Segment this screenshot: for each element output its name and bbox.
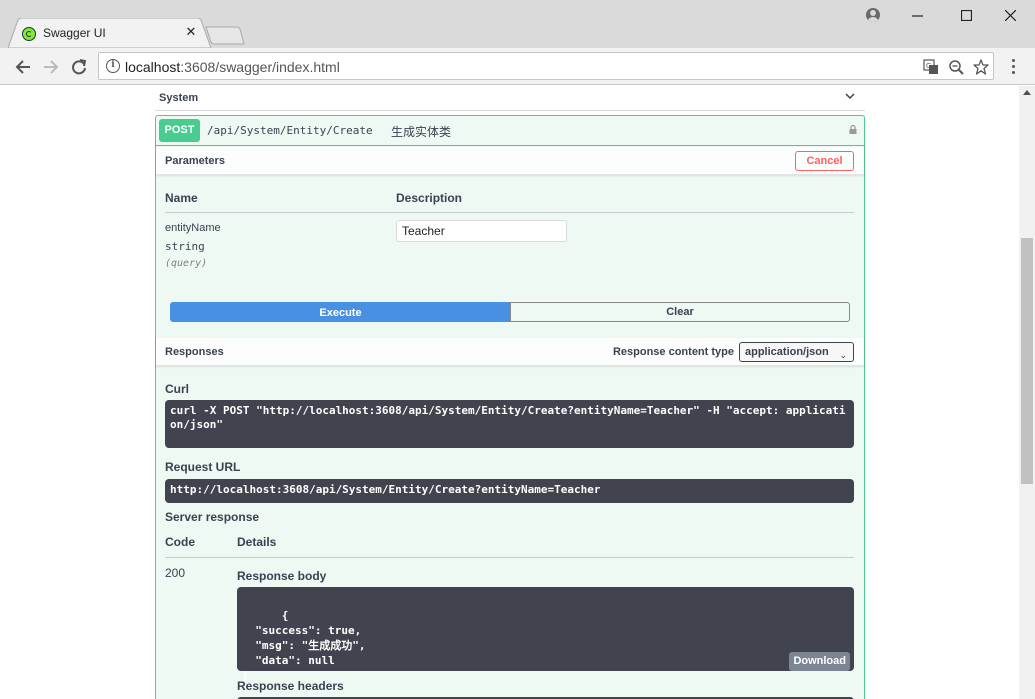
- scroll-up-arrow-icon[interactable]: [1023, 90, 1031, 95]
- request-url: http://localhost:3608/api/System/Entity/…: [165, 479, 854, 503]
- param-type: string: [165, 240, 205, 253]
- server-response-label: Server response: [165, 510, 260, 524]
- response-code: 200: [165, 566, 186, 580]
- forward-button[interactable]: [40, 56, 62, 78]
- browser-menu-icon[interactable]: [1006, 56, 1020, 76]
- site-info-icon[interactable]: i: [106, 59, 120, 73]
- content-type-label: Response content type: [612, 346, 734, 358]
- svg-text:G: G: [926, 62, 931, 70]
- divider: [165, 212, 854, 213]
- reload-icon: [72, 59, 87, 75]
- browser-titlebar: Swagger UI ✕: [0, 0, 1035, 48]
- maximize-button[interactable]: [951, 4, 981, 26]
- content-type-select[interactable]: application/json ⌄: [739, 342, 854, 362]
- param-col-description: Description: [396, 191, 463, 205]
- operation-block-post: POST /api/System/Entity/Create 生成实体类 Par…: [155, 115, 865, 699]
- curl-label: Curl: [165, 382, 189, 396]
- param-name: entityName: [165, 222, 221, 234]
- response-body-label: Response body: [237, 569, 327, 583]
- address-bar[interactable]: i localhost:3608/swagger/index.html G: [98, 52, 994, 80]
- translate-icon[interactable]: G: [922, 58, 940, 76]
- execute-button[interactable]: Execute: [170, 302, 511, 322]
- param-location: (query): [165, 258, 208, 269]
- forward-arrow-icon: [44, 60, 59, 74]
- request-url-label: Request URL: [165, 460, 241, 474]
- tab-background: [8, 18, 211, 48]
- browser-toolbar: i localhost:3608/swagger/index.html G: [0, 48, 1035, 85]
- close-window-button[interactable]: [995, 4, 1025, 26]
- chevron-down-icon[interactable]: [845, 93, 855, 100]
- operation-description: 生成实体类: [391, 125, 452, 139]
- response-col-details: Details: [237, 535, 277, 549]
- bookmark-star-icon[interactable]: [972, 58, 990, 76]
- clear-button[interactable]: Clear: [510, 302, 850, 322]
- reload-button[interactable]: [68, 56, 90, 78]
- responses-title: Responses: [165, 346, 224, 358]
- content-type-value: application/json: [745, 346, 829, 358]
- minimize-icon: [911, 14, 923, 17]
- swagger-favicon-icon: [22, 27, 36, 41]
- new-tab-button[interactable]: [205, 26, 245, 45]
- parameters-title: Parameters: [165, 155, 225, 167]
- entity-name-input[interactable]: Teacher: [396, 220, 567, 242]
- parameters-header: Parameters Cancel: [156, 147, 864, 175]
- browser-tab[interactable]: Swagger UI ✕: [8, 18, 211, 48]
- scrollbar-thumb[interactable]: [1021, 238, 1033, 484]
- url-path: :3608/swagger/index.html: [180, 59, 340, 75]
- method-badge: POST: [159, 119, 200, 142]
- tab-close-icon[interactable]: ✕: [184, 24, 198, 40]
- maximize-icon: [960, 9, 972, 21]
- lock-icon[interactable]: [849, 125, 857, 134]
- profile-icon[interactable]: [866, 8, 880, 22]
- response-body-text: { "success": true, "msg": "生成成功", "data"…: [242, 609, 366, 682]
- page-viewport: System POST /api/System/Entity/Create 生成…: [0, 86, 1019, 699]
- tab-title: Swagger UI: [43, 26, 106, 40]
- cancel-button[interactable]: Cancel: [795, 151, 854, 171]
- chevron-down-icon: ⌄: [839, 350, 847, 360]
- url-host: localhost: [125, 59, 181, 75]
- param-col-name: Name: [165, 191, 198, 205]
- download-button[interactable]: Download: [789, 652, 850, 671]
- responses-header: Responses Response content type applicat…: [156, 338, 864, 366]
- divider: [165, 557, 854, 558]
- minimize-button[interactable]: [902, 4, 932, 26]
- zoom-icon[interactable]: [947, 58, 965, 76]
- operation-summary[interactable]: POST /api/System/Entity/Create 生成实体类: [156, 116, 864, 146]
- url-text[interactable]: localhost:3608/swagger/index.html: [125, 59, 340, 75]
- response-body: { "success": true, "msg": "生成成功", "data"…: [237, 587, 854, 682]
- page-scrollbar[interactable]: [1019, 86, 1035, 699]
- response-col-code: Code: [165, 535, 195, 549]
- tag-name: System: [159, 92, 199, 104]
- back-button[interactable]: [12, 56, 34, 78]
- curl-command: curl -X POST "http://localhost:3608/api/…: [165, 400, 854, 448]
- operation-path: /api/System/Entity/Create: [207, 124, 373, 137]
- close-icon: [1004, 9, 1016, 21]
- tag-header-system[interactable]: System: [155, 86, 865, 111]
- response-headers-label: Response headers: [237, 679, 344, 693]
- back-arrow-icon: [15, 60, 30, 74]
- execute-button-group: Execute Clear: [170, 302, 850, 322]
